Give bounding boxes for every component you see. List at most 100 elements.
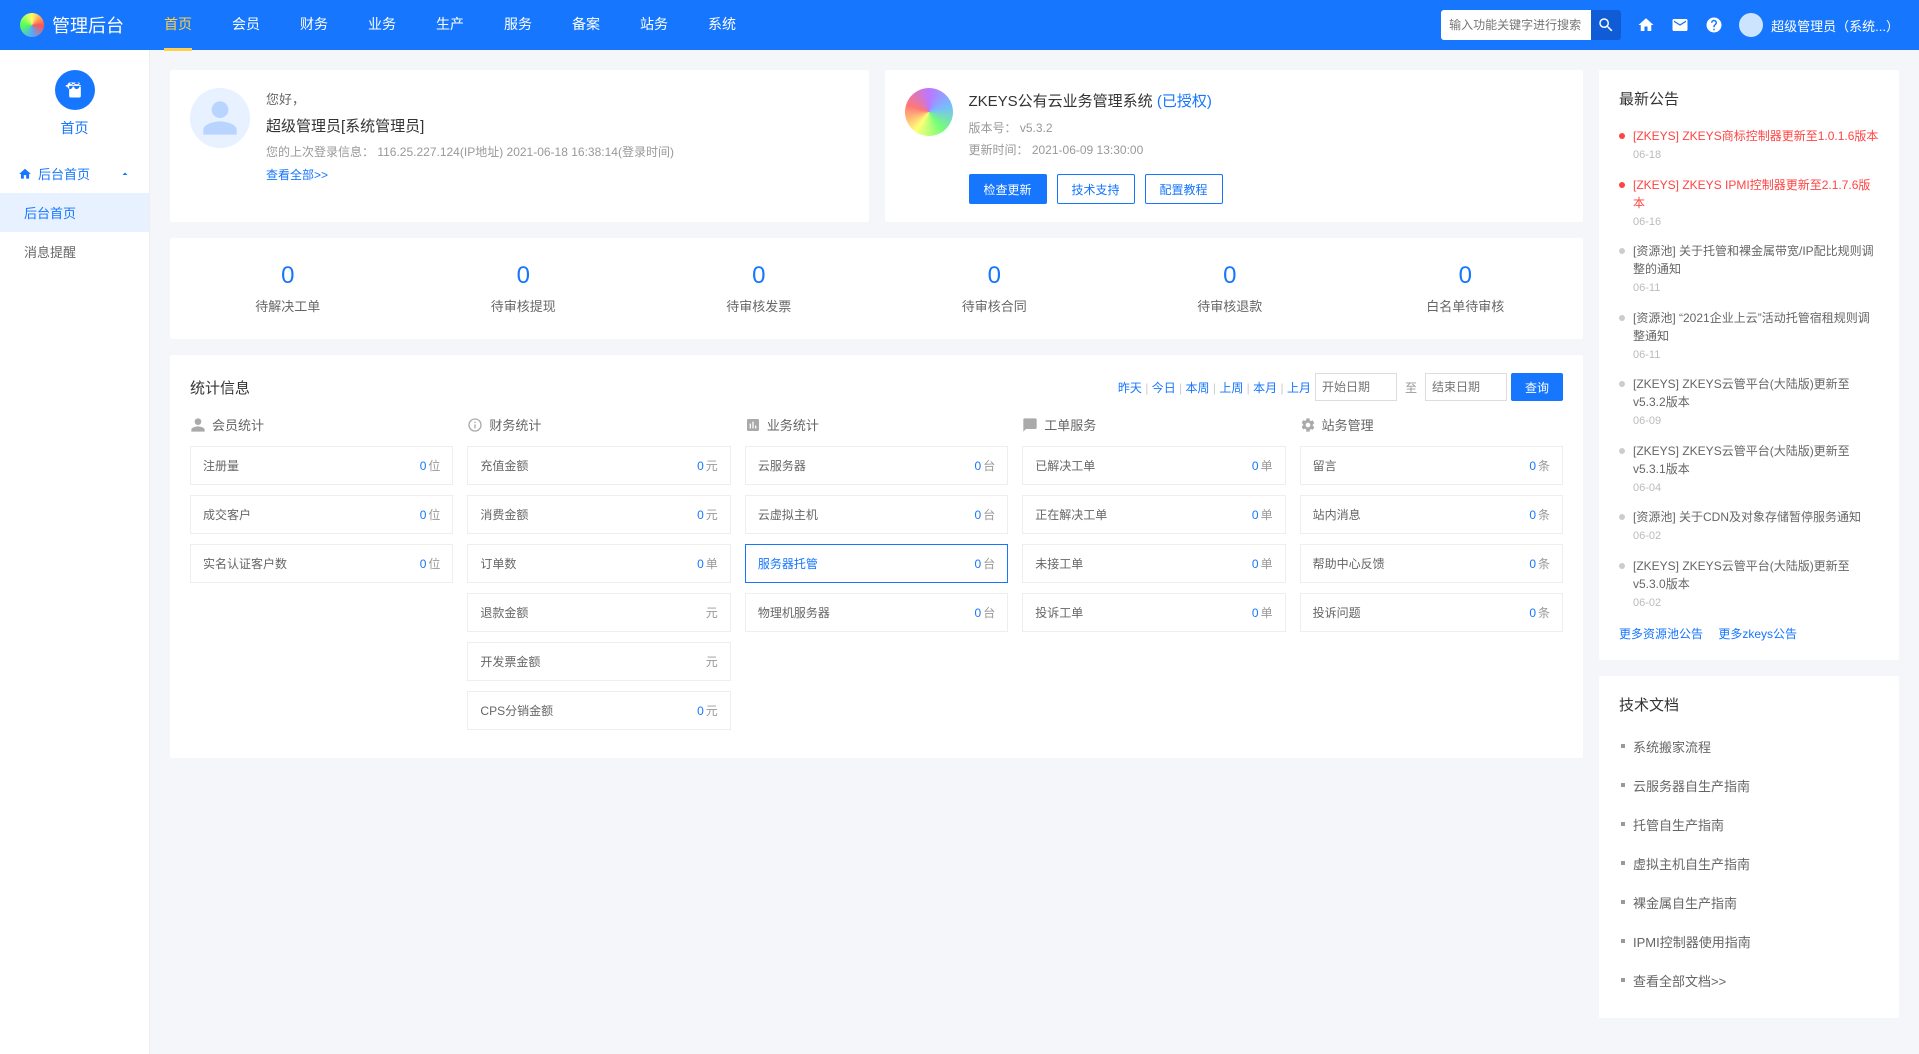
stat-item[interactable]: 投诉问题0条 — [1300, 593, 1563, 632]
stat-item[interactable]: 订单数0单 — [467, 544, 730, 583]
sidebar-item-notifications[interactable]: 消息提醒 — [0, 232, 149, 271]
stat-item[interactable]: 站内消息0条 — [1300, 495, 1563, 534]
stat-item[interactable]: 实名认证客户数0位 — [190, 544, 453, 583]
nav-item[interactable]: 财务 — [300, 0, 328, 51]
chevron-up-icon — [119, 168, 131, 180]
doc-item[interactable]: IPMI控制器使用指南 — [1619, 922, 1879, 961]
query-button[interactable]: 查询 — [1511, 373, 1563, 401]
date-range-link[interactable]: 上周 — [1219, 381, 1243, 395]
bullet-icon — [1619, 182, 1625, 188]
welcome-role: 超级管理员[系统管理员] — [266, 113, 674, 142]
nav-item[interactable]: 生产 — [436, 0, 464, 51]
block-header: 业务统计 — [745, 415, 1008, 434]
search-button[interactable] — [1591, 10, 1621, 40]
date-range-link[interactable]: 上月 — [1287, 381, 1311, 395]
brand-text: 管理后台 — [52, 12, 124, 38]
stat-item[interactable]: 留言0条 — [1300, 446, 1563, 485]
announcement-item[interactable]: [资源池] “2021企业上云”活动托管宿租规则调整通知06-11 — [1619, 303, 1879, 370]
stat-item[interactable]: 充值金额0元 — [467, 446, 730, 485]
stat-item[interactable]: 物理机服务器0台 — [745, 593, 1008, 632]
bullet-icon — [1619, 315, 1625, 321]
mail-icon[interactable] — [1671, 16, 1689, 34]
announcement-item[interactable]: [ZKEYS] ZKEYS云管平台(大陆版)更新至v5.3.1版本06-04 — [1619, 436, 1879, 503]
view-all-link[interactable]: 查看全部>> — [266, 164, 674, 187]
stat-block: 会员统计注册量0位成交客户0位实名认证客户数0位 — [190, 415, 453, 740]
user-menu[interactable]: 超级管理员（系统...） — [1739, 13, 1899, 37]
stat-item[interactable]: CPS分销金额0元 — [467, 691, 730, 730]
date-range-link[interactable]: 昨天 — [1118, 381, 1142, 395]
stat-number: 0 — [170, 262, 406, 290]
stat-item[interactable]: 退款金额元 — [467, 593, 730, 632]
stat-item[interactable]: 服务器托管0台 — [745, 544, 1008, 583]
docs-card: 技术文档 系统搬家流程云服务器自生产指南托管自生产指南虚拟主机自生产指南裸金属自… — [1599, 676, 1899, 1018]
home-icon[interactable] — [1637, 16, 1655, 34]
doc-item[interactable]: 裸金属自生产指南 — [1619, 883, 1879, 922]
pending-stat[interactable]: 0待审核退款 — [1112, 262, 1348, 315]
stat-label: 待审核合同 — [877, 296, 1113, 315]
pending-stat[interactable]: 0白名单待审核 — [1348, 262, 1584, 315]
nav-item[interactable]: 系统 — [708, 0, 736, 51]
stat-item[interactable]: 未接工单0单 — [1022, 544, 1285, 583]
bullet-icon — [1619, 514, 1625, 520]
date-range-link[interactable]: 今日 — [1152, 381, 1176, 395]
announcement-item[interactable]: [资源池] 关于托管和裸金属带宽/IP配比规则调整的通知06-11 — [1619, 236, 1879, 303]
stat-item[interactable]: 消费金额0元 — [467, 495, 730, 534]
announcement-item[interactable]: [ZKEYS] ZKEYS云管平台(大陆版)更新至v5.3.0版本06-02 — [1619, 551, 1879, 618]
pending-stat[interactable]: 0待审核发票 — [641, 262, 877, 315]
doc-item[interactable]: 虚拟主机自生产指南 — [1619, 844, 1879, 883]
welcome-card: 您好， 超级管理员[系统管理员] 您的上次登录信息： 116.25.227.12… — [170, 70, 869, 222]
statistics-title: 统计信息 — [190, 377, 250, 398]
system-logo-icon — [905, 88, 953, 136]
announcement-item[interactable]: [资源池] 关于CDN及对象存储暂停服务通知06-02 — [1619, 502, 1879, 551]
welcome-login-info: 您的上次登录信息： 116.25.227.124(IP地址) 2021-06-1… — [266, 141, 674, 164]
date-range-link[interactable]: 本周 — [1186, 381, 1210, 395]
end-date-input[interactable] — [1425, 373, 1507, 401]
nav-item[interactable]: 服务 — [504, 0, 532, 51]
top-header: 管理后台 首页会员财务业务生产服务备案站务系统 超级管理员（系统...） — [0, 0, 1919, 50]
nav-item[interactable]: 备案 — [572, 0, 600, 51]
check-update-button[interactable]: 检查更新 — [969, 174, 1047, 204]
date-to-label: 至 — [1405, 379, 1417, 396]
nav-item[interactable]: 业务 — [368, 0, 396, 51]
sidebar-header[interactable]: 首页 — [0, 50, 149, 154]
doc-item[interactable]: 托管自生产指南 — [1619, 805, 1879, 844]
nav-item[interactable]: 站务 — [640, 0, 668, 51]
statistics-card: 统计信息 昨天 | 今日 | 本周 | 上周 | 本月 | 上月 至 查询 会员… — [170, 355, 1583, 758]
sidebar-item-admin-home[interactable]: 后台首页 — [0, 193, 149, 232]
stat-item[interactable]: 成交客户0位 — [190, 495, 453, 534]
nav-item[interactable]: 首页 — [164, 0, 192, 51]
stat-item[interactable]: 云服务器0台 — [745, 446, 1008, 485]
announcement-item[interactable]: [ZKEYS] ZKEYS商标控制器更新至1.0.1.6版本06-18 — [1619, 121, 1879, 170]
start-date-input[interactable] — [1315, 373, 1397, 401]
doc-item[interactable]: 云服务器自生产指南 — [1619, 766, 1879, 805]
date-range-link[interactable]: 本月 — [1253, 381, 1277, 395]
pending-stat[interactable]: 0待解决工单 — [170, 262, 406, 315]
system-version: 版本号： v5.3.2 — [969, 117, 1564, 140]
sidebar-group-home[interactable]: 后台首页 — [0, 154, 149, 193]
stat-item[interactable]: 已解决工单0单 — [1022, 446, 1285, 485]
announcement-item[interactable]: [ZKEYS] ZKEYS云管平台(大陆版)更新至v5.3.2版本06-09 — [1619, 369, 1879, 436]
pending-stat[interactable]: 0待审核合同 — [877, 262, 1113, 315]
doc-item[interactable]: 系统搬家流程 — [1619, 727, 1879, 766]
stat-item[interactable]: 注册量0位 — [190, 446, 453, 485]
brand[interactable]: 管理后台 — [20, 12, 124, 38]
more-pool-ann-link[interactable]: 更多资源池公告 — [1619, 627, 1703, 641]
announcement-item[interactable]: [ZKEYS] ZKEYS IPMI控制器更新至2.1.7.6版本06-16 — [1619, 170, 1879, 237]
doc-item[interactable]: 查看全部文档>> — [1619, 961, 1879, 1000]
config-guide-button[interactable]: 配置教程 — [1145, 174, 1223, 204]
pending-stat[interactable]: 0待审核提现 — [406, 262, 642, 315]
stat-item[interactable]: 帮助中心反馈0条 — [1300, 544, 1563, 583]
stat-item[interactable]: 云虚拟主机0台 — [745, 495, 1008, 534]
home-icon — [18, 167, 32, 181]
nav-item[interactable]: 会员 — [232, 0, 260, 51]
tech-support-button[interactable]: 技术支持 — [1057, 174, 1135, 204]
stat-block: 财务统计充值金额0元消费金额0元订单数0单退款金额元开发票金额元CPS分销金额0… — [467, 415, 730, 740]
help-icon[interactable] — [1705, 16, 1723, 34]
stat-item[interactable]: 开发票金额元 — [467, 642, 730, 681]
search-input[interactable] — [1441, 10, 1591, 40]
stat-item[interactable]: 投诉工单0单 — [1022, 593, 1285, 632]
more-zkeys-ann-link[interactable]: 更多zkeys公告 — [1718, 627, 1797, 641]
stat-block: 站务管理留言0条站内消息0条帮助中心反馈0条投诉问题0条 — [1300, 415, 1563, 740]
stat-item[interactable]: 正在解决工单0单 — [1022, 495, 1285, 534]
bullet-icon — [1619, 448, 1625, 454]
